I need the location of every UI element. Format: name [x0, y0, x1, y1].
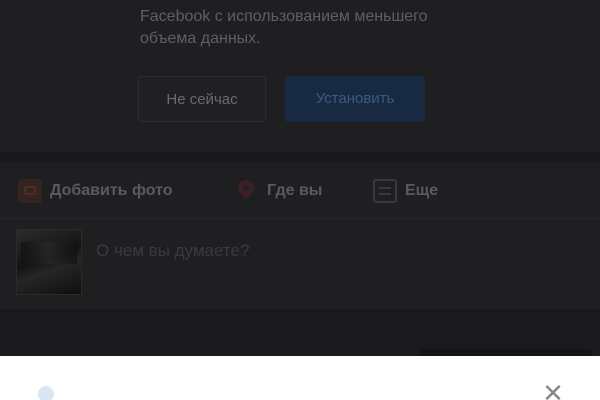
status-composer: О чем вы думаете? — [0, 219, 600, 309]
app-logo-icon — [38, 386, 54, 400]
page: Facebook с использованием меньшего объем… — [0, 0, 600, 400]
promo-text-line2: объема данных. — [140, 30, 261, 47]
promo-text-line1: Facebook с использованием меньшего — [140, 8, 428, 25]
check-in-button[interactable]: Где вы — [235, 178, 322, 204]
status-input[interactable]: О чем вы думаете? — [96, 241, 249, 261]
location-pin-icon — [235, 179, 259, 203]
add-photo-button[interactable]: Добавить фото — [18, 178, 173, 204]
bottom-sheet: ✕ — [0, 356, 600, 400]
avatar[interactable] — [16, 229, 82, 295]
bottom-sheet-text — [96, 386, 436, 400]
install-promo-panel: Facebook с использованием меньшего объем… — [0, 0, 600, 152]
photo-icon — [18, 179, 42, 203]
more-icon — [373, 179, 397, 203]
add-photo-label: Добавить фото — [50, 182, 173, 199]
composer-actions-bar: Добавить фото Где вы Еще — [0, 162, 600, 219]
close-icon[interactable]: ✕ — [540, 380, 566, 400]
section-divider — [0, 152, 600, 162]
more-button[interactable]: Еще — [373, 178, 438, 204]
check-in-label: Где вы — [267, 182, 323, 199]
promo-text: Facebook с использованием меньшего объем… — [140, 6, 540, 50]
more-label: Еще — [405, 182, 439, 199]
install-button[interactable]: Установить — [285, 76, 425, 122]
not-now-button[interactable]: Не сейчас — [138, 76, 266, 122]
